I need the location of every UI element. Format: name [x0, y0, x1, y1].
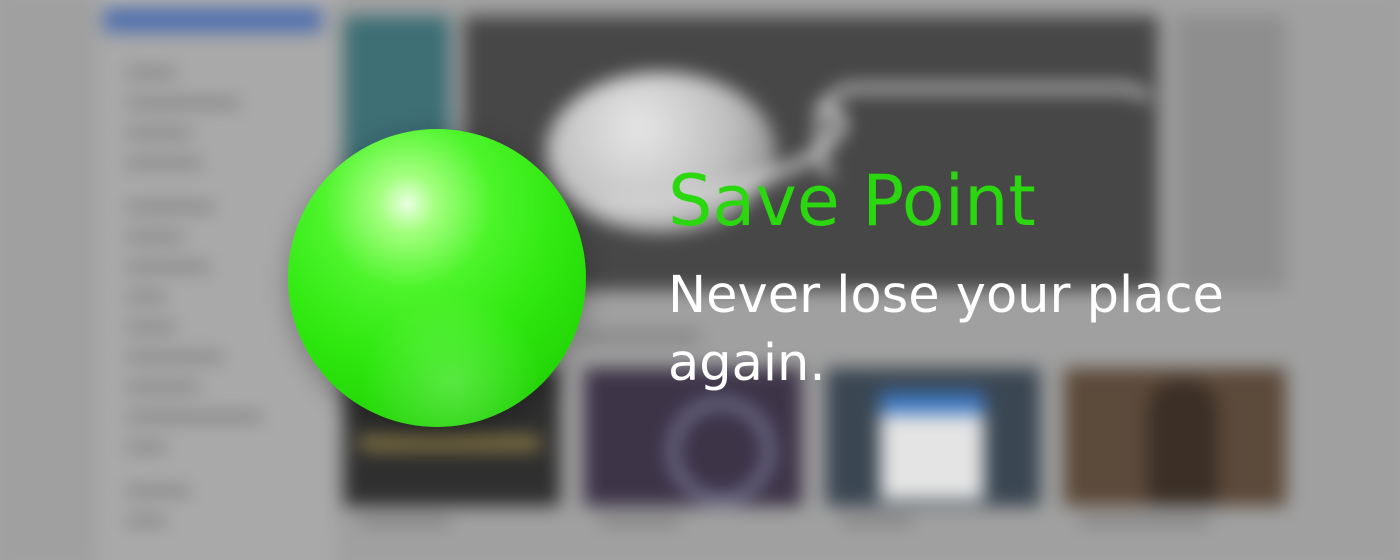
background-tile-badge-icon [670, 400, 772, 502]
background-tile-mail-icon [880, 392, 984, 500]
background-sidebar-line [126, 294, 166, 300]
background-tile-caption [842, 518, 912, 524]
background-sidebar-line [126, 324, 176, 330]
background-tile-caption [600, 518, 680, 524]
background-sidebar-line [126, 100, 240, 106]
background-tile-caption [1080, 518, 1210, 524]
green-orb-highlight [288, 129, 586, 427]
background-sidebar-line [126, 384, 200, 390]
background-sidebar-line [126, 130, 192, 136]
app-tagline: Never lose your place again. [668, 266, 1224, 393]
background-tile-caption [360, 518, 450, 524]
background-sidebar-line [126, 70, 176, 76]
promo-banner: Save Point Never lose your place again. [0, 0, 1400, 560]
background-sidebar-line [126, 354, 224, 360]
background-sidebar-line [126, 204, 214, 210]
background-sidebar-line [126, 160, 202, 166]
background-sidebar-line [126, 488, 190, 494]
background-tile-figure-icon [1148, 380, 1218, 506]
background-sidebar-line [126, 264, 210, 270]
background-sidebar-line [126, 518, 166, 524]
app-title: Save Point [668, 160, 1036, 242]
background-sidebar-line [126, 414, 262, 420]
background-hero-right-card [1176, 16, 1286, 290]
background-tile-logo-icon [360, 436, 540, 450]
background-sidebar-selected-item [104, 8, 322, 32]
background-sidebar-line [126, 234, 184, 240]
background-sidebar-line [126, 444, 166, 450]
